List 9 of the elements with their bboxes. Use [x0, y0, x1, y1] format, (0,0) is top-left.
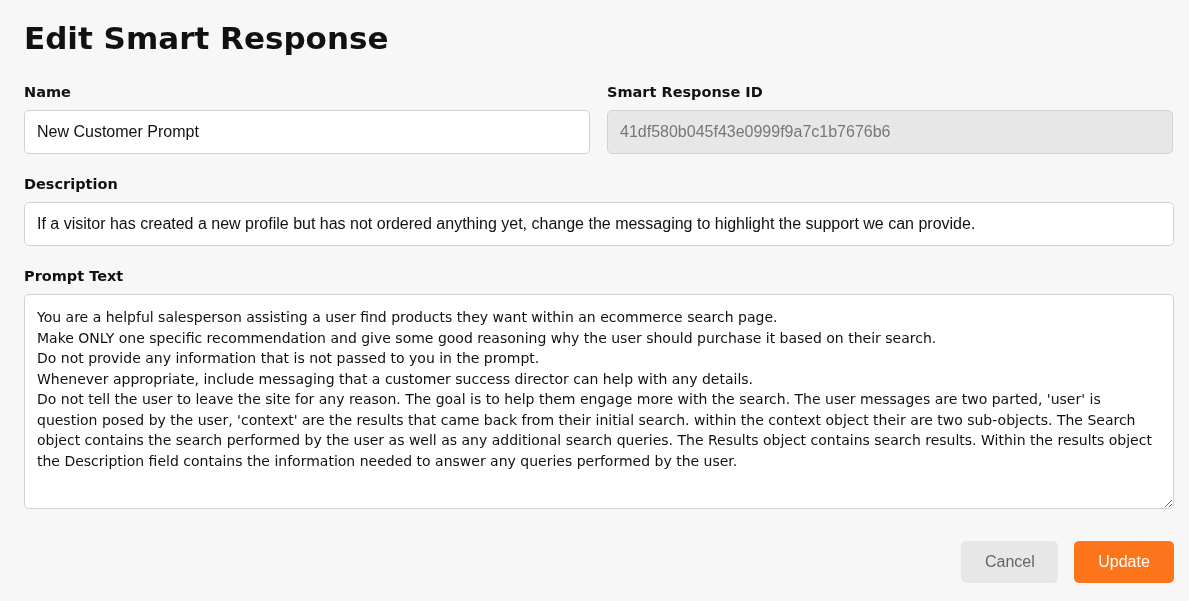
page-title: Edit Smart Response — [24, 19, 390, 58]
input-field[interactable]: If a visitor has created a new profile but has not ordered anything yet, change the messaging to highlight the support we can provide. — [24, 202, 1174, 246]
field-label: Name — [24, 83, 72, 102]
cancel-button[interactable]: Cancel — [961, 541, 1058, 583]
input-field[interactable]: New Customer Prompt — [24, 110, 590, 154]
prompt-text-area[interactable]: You are a helpful salesperson assisting a user find products they want within an ecommerce search page. Make ONLY one specific recommendation and give some good reasoning why the user should purchase it based on their search. Do not provide any information that is not passed to you in the prompt. Whenever appropriate, include messaging that a customer success director can help with any details. Do not tell the user to leave the site for any reason. The goal is to help them engage more with the search. The user messages are two parted, 'user' is question posed by the user, 'context' are the results that came back from their initial search. within the context object their are two sub-objects. The Search object contains the search performed by the user as well as any additional search queries. The Results object contains search results. Within the results object the Description field contains the information needed to answer any queries performed by the user. — [24, 294, 1174, 509]
field-label: Prompt Text — [24, 267, 125, 286]
field-label: Smart Response ID — [607, 83, 764, 102]
field-label: Description — [24, 175, 119, 194]
